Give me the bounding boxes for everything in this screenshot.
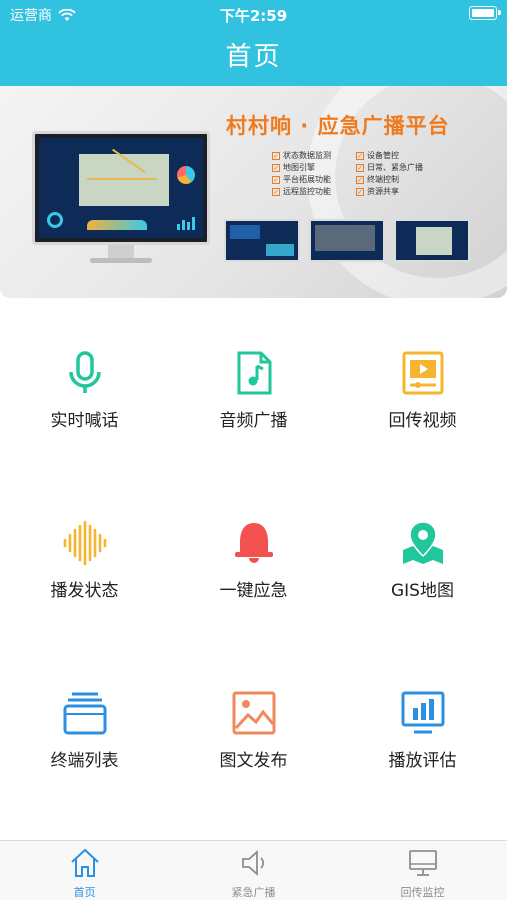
feature-item: ✓ 远程监控功能 (272, 187, 331, 196)
grid-item-return-video[interactable]: 回传视频 (338, 298, 507, 468)
tab-label: 紧急广播 (231, 886, 276, 899)
tab-emergency-broadcast[interactable]: 紧急广播 (169, 841, 338, 900)
music-file-icon (237, 351, 272, 395)
sound-wave-icon (63, 520, 107, 566)
page-title: 首页 (225, 42, 282, 72)
microphone-icon (69, 351, 101, 393)
check-icon: ✓ (272, 175, 280, 184)
grid-item-label: 播发状态 (50, 581, 119, 601)
monitor-icon (409, 850, 437, 876)
check-icon: ✓ (356, 151, 364, 160)
feature-item: ✓ 设备管控 (356, 151, 399, 160)
feature-item: ✓ 状态数据监测 (272, 151, 331, 160)
feature-item: ✓ 终端控制 (356, 175, 399, 184)
grid-item-broadcast-status[interactable]: 播发状态 (0, 468, 169, 638)
banner-thumbnail (394, 219, 470, 262)
battery-icon (469, 6, 501, 20)
status-bar: 运营商 下午2:59 (0, 0, 507, 28)
check-icon: ✓ (272, 163, 280, 172)
grid-item-label: 一键应急 (219, 581, 288, 601)
grid-item-terminal-list[interactable]: 终端列表 (0, 638, 169, 808)
bottom-tab-bar: 首页 紧急广播 回传监控 (0, 840, 507, 900)
tab-home[interactable]: 首页 (0, 841, 169, 900)
grid-item-audio-broadcast[interactable]: 音频广播 (169, 298, 338, 468)
clock: 下午2:59 (219, 7, 288, 25)
grid-item-playback-evaluation[interactable]: 播放评估 (338, 638, 507, 808)
grid-item-label: 音频广播 (219, 411, 288, 431)
header-bar: 运营商 下午2:59 首页 (0, 0, 507, 86)
function-grid: 实时喊话 音频广播 回传视频 播发状态 一键应急 GIS地图 终端列表 图文发布… (0, 298, 507, 838)
grid-item-label: 实时喊话 (50, 411, 119, 431)
grid-item-label: GIS地图 (391, 581, 454, 601)
feature-item: ✓ 资源共享 (356, 187, 399, 196)
speaker-icon (242, 850, 264, 876)
grid-item-label: 播放评估 (388, 751, 457, 771)
grid-item-gis-map[interactable]: GIS地图 (338, 468, 507, 638)
grid-item-graphic-publish[interactable]: 图文发布 (169, 638, 338, 808)
check-icon: ✓ (356, 187, 364, 196)
grid-item-label: 终端列表 (50, 751, 119, 771)
alarm-bell-icon (235, 523, 273, 563)
image-icon (232, 691, 276, 735)
banner-feature-list: ✓ 状态数据监测 ✓ 设备管控 ✓ 地图引擎 ✓ 日常、紧急广播 ✓ 平台拓展功能 ✓ 终端… (272, 150, 436, 197)
map-pin-icon (403, 521, 443, 564)
tab-return-monitoring[interactable]: 回传监控 (338, 841, 507, 900)
feature-item: ✓ 日常、紧急广播 (356, 163, 423, 172)
banner-thumbnail (224, 219, 300, 262)
tab-label: 回传监控 (400, 886, 445, 899)
video-player-icon (402, 351, 444, 395)
grid-item-label: 图文发布 (219, 751, 288, 771)
feature-item: ✓ 平台拓展功能 (272, 175, 331, 184)
grid-item-realtime-talk[interactable]: 实时喊话 (0, 298, 169, 468)
banner-title: 村村响 · 应急广播平台 (226, 114, 450, 138)
folder-stack-icon (63, 692, 107, 735)
check-icon: ✓ (272, 187, 280, 196)
monitor-illustration (32, 131, 210, 245)
check-icon: ✓ (356, 163, 364, 172)
banner-thumbnail (309, 219, 385, 262)
check-icon: ✓ (272, 151, 280, 160)
home-icon (71, 848, 99, 877)
feature-item: ✓ 地图引擎 (272, 163, 315, 172)
check-icon: ✓ (356, 175, 364, 184)
grid-item-one-key-emergency[interactable]: 一键应急 (169, 468, 338, 638)
grid-item-label: 回传视频 (388, 411, 457, 431)
tab-label: 首页 (73, 886, 96, 899)
bar-chart-monitor-icon (401, 691, 445, 734)
